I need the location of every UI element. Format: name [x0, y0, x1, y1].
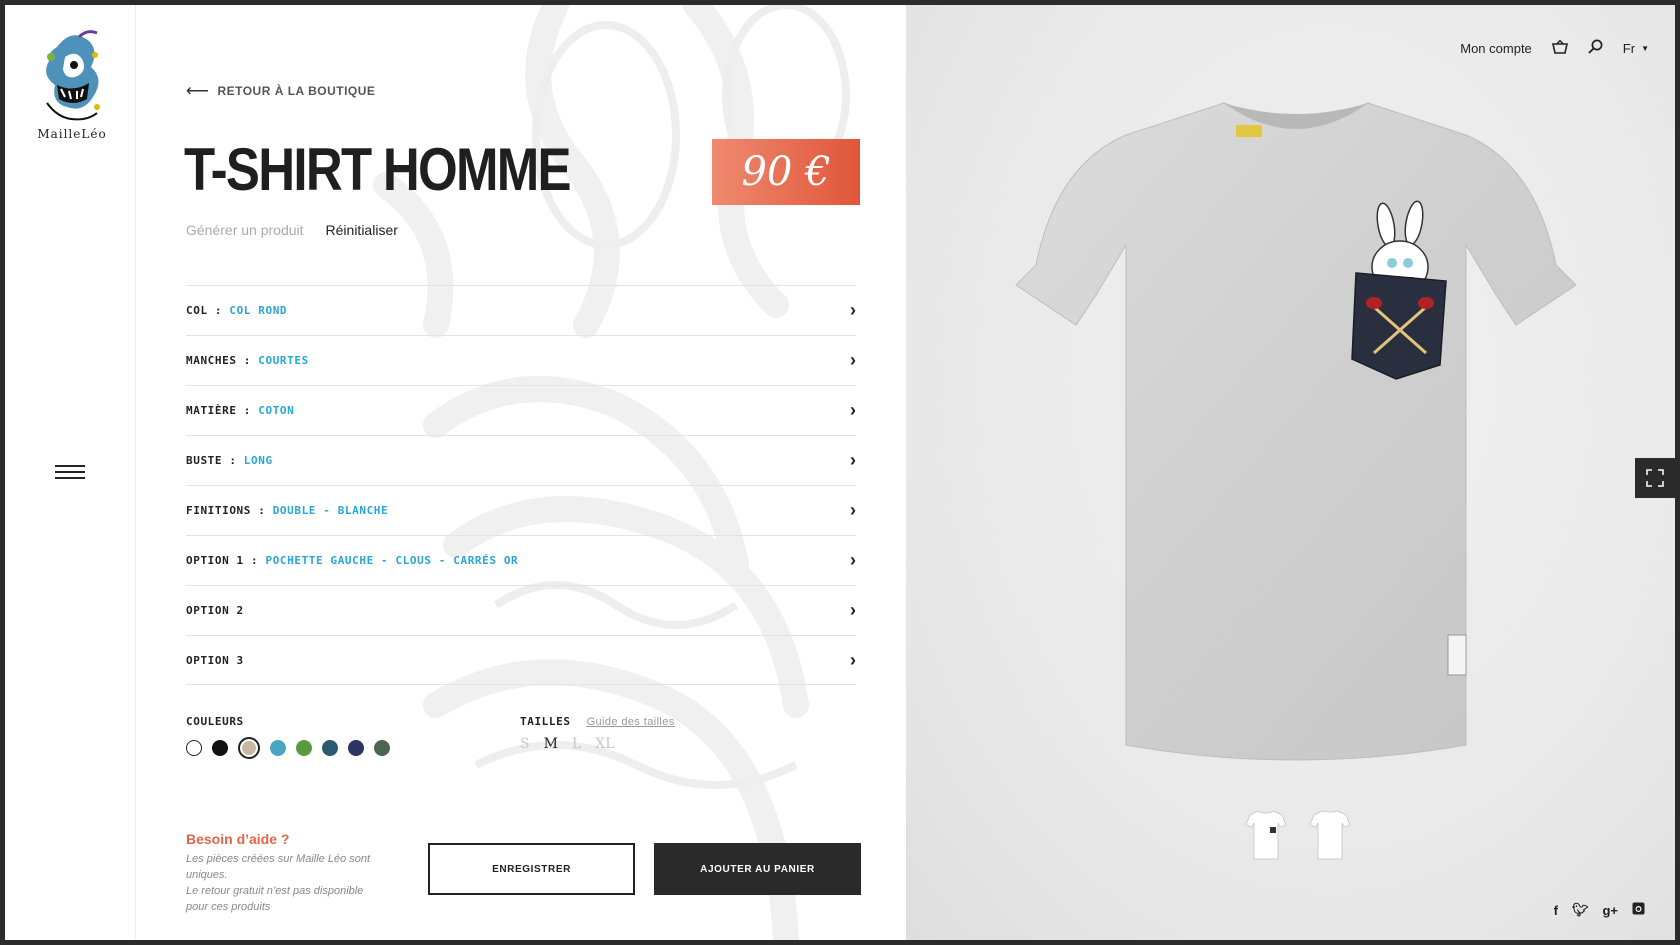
instagram-icon[interactable]: [1632, 902, 1645, 918]
chevron-right-icon: ›: [850, 600, 856, 620]
arrow-left-icon: ⟵: [186, 83, 210, 100]
add-to-cart-button[interactable]: Ajouter au panier: [654, 843, 861, 895]
option-row-finitions[interactable]: Finitions : Double - Blanche ›: [186, 485, 856, 535]
option-label: Col : Col rond: [186, 304, 288, 317]
thumbnail-back[interactable]: [1308, 809, 1352, 861]
help-block: Besoin d’aide ? Les pièces créées sur Ma…: [186, 831, 406, 915]
option-row-manches[interactable]: Manches : Courtes ›: [186, 335, 856, 385]
chevron-right-icon: ›: [850, 550, 856, 570]
save-button[interactable]: Enregistrer: [428, 843, 635, 895]
option-row-buste[interactable]: Buste : Long ›: [186, 435, 856, 485]
configurator-panel: ⟵ Retour à la boutique T-shirt homme 90 …: [136, 5, 906, 940]
reset-link[interactable]: Réinitialiser: [326, 222, 398, 238]
colour-swatch[interactable]: [186, 740, 202, 756]
size-option[interactable]: M: [544, 736, 558, 752]
options-list: Col : Col rond › Manches : Courtes › Mat…: [186, 285, 856, 685]
size-option[interactable]: S: [520, 736, 530, 752]
colour-swatch[interactable]: [212, 740, 228, 756]
hamburger-icon[interactable]: [55, 465, 85, 481]
account-link[interactable]: Mon compte: [1460, 41, 1532, 56]
size-option[interactable]: XL: [595, 736, 614, 752]
option-label: Option 1 : Pochette gauche - Clous - Car…: [186, 554, 519, 567]
product-title: T-shirt homme: [184, 136, 572, 203]
option-row-option-1[interactable]: Option 1 : Pochette gauche - Clous - Car…: [186, 535, 856, 585]
size-guide-link[interactable]: Guide des tailles: [587, 716, 675, 728]
sizes-label: Tailles: [520, 715, 571, 728]
chevron-right-icon: ›: [850, 649, 856, 670]
option-row-matiere[interactable]: Matière : Coton ›: [186, 385, 856, 435]
brand-logo[interactable]: MailleLéo: [27, 27, 117, 145]
back-label: Retour à la boutique: [217, 84, 376, 98]
colour-swatch[interactable]: [322, 740, 338, 756]
chevron-right-icon: ›: [850, 300, 856, 320]
colour-picker: Couleurs: [186, 715, 390, 759]
option-row-col[interactable]: Col : Col rond ›: [186, 285, 856, 335]
option-value: Double - Blanche: [272, 504, 389, 517]
option-value: Pochette gauche - Clous - Carrés or: [265, 554, 519, 567]
facebook-icon[interactable]: f: [1554, 903, 1558, 918]
thumbnail-front[interactable]: [1244, 809, 1288, 861]
colour-swatch[interactable]: [348, 740, 364, 756]
chevron-right-icon: ›: [850, 500, 856, 520]
option-label: Matière : Coton: [186, 404, 295, 417]
size-picker: Tailles Guide des tailles S M L XL: [520, 715, 675, 752]
option-label: Buste : Long: [186, 454, 273, 467]
twitter-icon[interactable]: 🐦︎: [1572, 902, 1589, 918]
generate-product-link[interactable]: Générer un produit: [186, 222, 304, 238]
option-value: Long: [243, 454, 273, 467]
top-nav: Mon compte Fr ▼: [1460, 38, 1649, 57]
option-label: Option 2: [186, 604, 244, 617]
option-label: Finitions : Double - Blanche: [186, 504, 389, 517]
back-to-shop-link[interactable]: ⟵ Retour à la boutique: [186, 81, 375, 101]
colours-label: Couleurs: [186, 715, 244, 728]
chevron-right-icon: ›: [850, 350, 856, 370]
language-selector[interactable]: Fr ▼: [1623, 41, 1649, 56]
option-row-option-3[interactable]: Option 3 ›: [186, 635, 856, 685]
colour-swatch[interactable]: [374, 740, 390, 756]
google-plus-icon[interactable]: g+: [1602, 903, 1618, 918]
option-value: Coton: [258, 404, 295, 417]
brand-name: MailleLéo: [37, 127, 107, 141]
size-option[interactable]: L: [572, 736, 581, 752]
app-frame: MailleLéo ⟵ Retour à: [5, 5, 1675, 940]
option-label: Manches : Courtes: [186, 354, 309, 367]
colour-swatch[interactable]: [270, 740, 286, 756]
chevron-right-icon: ›: [850, 450, 856, 470]
logo-mascot-icon: [46, 30, 100, 121]
language-label: Fr: [1622, 40, 1636, 56]
caret-down-icon: ▼: [1641, 43, 1649, 53]
chevron-right-icon: ›: [850, 400, 856, 420]
size-options: S M L XL: [520, 736, 675, 752]
product-image: [1015, 102, 1577, 761]
left-rail: MailleLéo: [5, 5, 136, 940]
product-preview: Mon compte Fr ▼ f 🐦︎ g+: [906, 5, 1675, 940]
colour-swatch[interactable]: [238, 737, 260, 759]
option-value: Courtes: [258, 354, 309, 367]
option-row-option-2[interactable]: Option 2 ›: [186, 585, 856, 635]
help-text: Les pièces créées sur Maille Léo sont un…: [186, 853, 371, 913]
colour-swatch[interactable]: [296, 740, 312, 756]
colour-swatches: [186, 737, 390, 759]
option-value: Col rond: [229, 304, 288, 317]
search-icon[interactable]: [1588, 39, 1603, 57]
basket-icon[interactable]: [1551, 38, 1568, 57]
price-badge: 90 €: [712, 139, 860, 205]
option-label: Option 3: [186, 653, 244, 667]
social-links: f 🐦︎ g+: [1554, 902, 1645, 918]
generator-links: Générer un produit Réinitialiser: [186, 222, 398, 238]
help-title: Besoin d’aide ?: [186, 831, 290, 847]
fullscreen-icon[interactable]: [1635, 458, 1675, 498]
thumbnail-strip: [1244, 809, 1352, 861]
